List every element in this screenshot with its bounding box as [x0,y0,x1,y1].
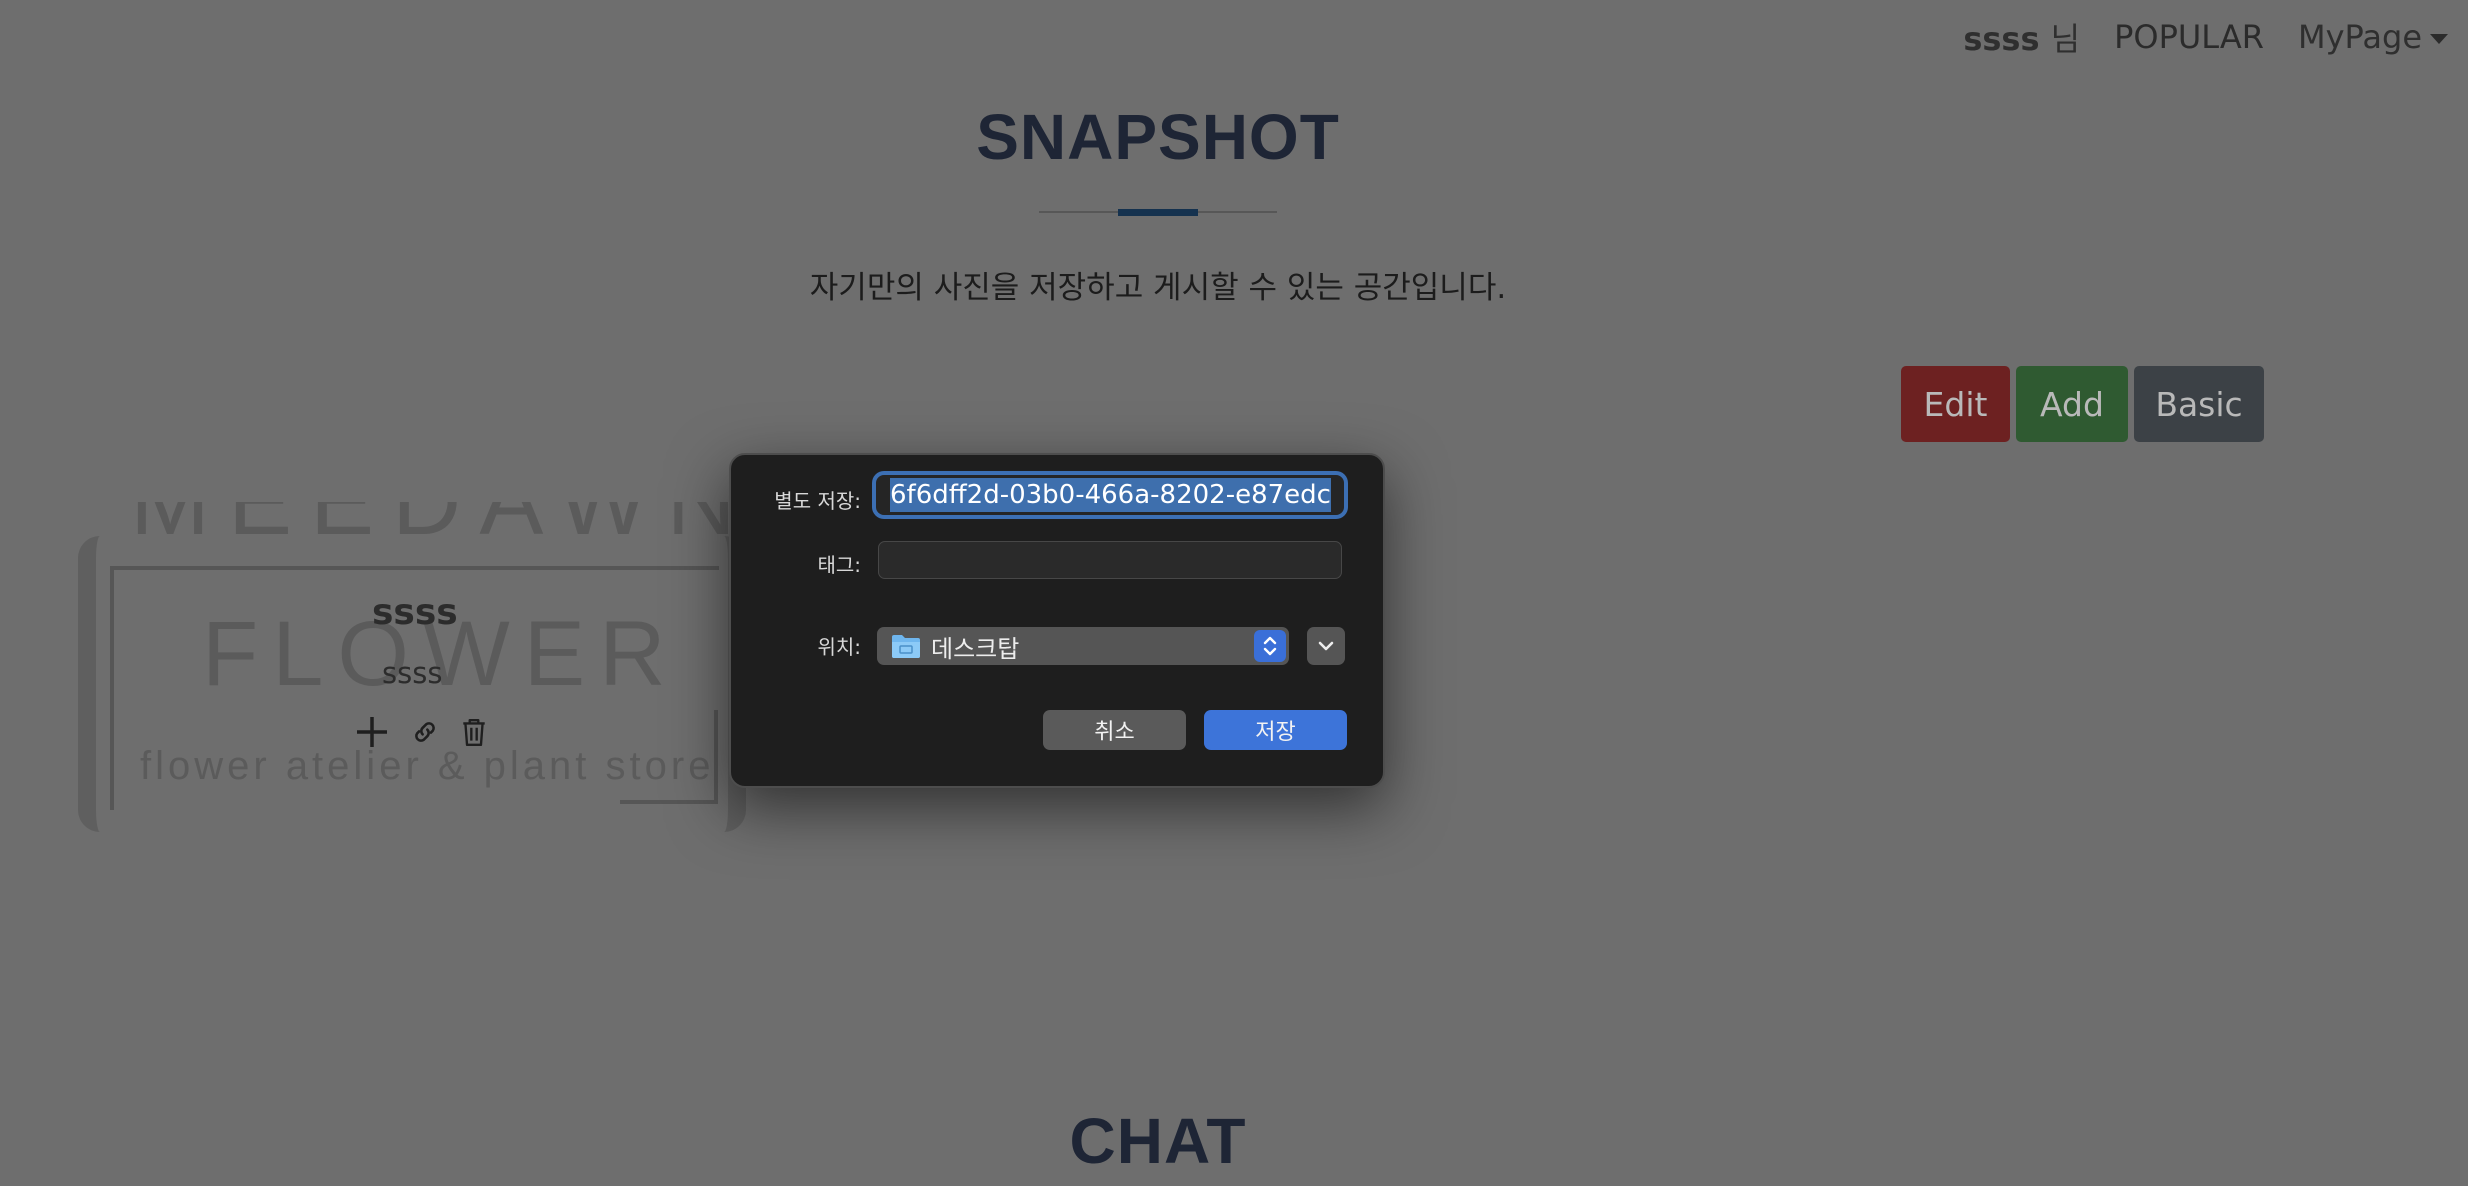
top-nav: ssss 님 POPULAR MyPage [1963,14,2448,60]
nav-mypage-dropdown[interactable]: MyPage [2298,18,2448,56]
basic-button[interactable]: Basic [2134,366,2264,442]
tags-input[interactable] [878,541,1342,579]
stepper-icon[interactable] [1254,630,1286,662]
logo-top-text: MEEDAWN [130,502,754,572]
nav-user-suffix: 님 [2050,20,2081,58]
chevron-down-icon [1318,641,1334,651]
save-button[interactable]: 저장 [1204,710,1347,750]
nav-popular-link[interactable]: POPULAR [2114,18,2264,56]
caret-down-icon [2430,34,2448,44]
link-icon[interactable] [411,718,439,746]
save-as-label: 별도 저장: [774,489,861,513]
folder-icon [892,635,920,658]
add-button[interactable]: Add [2016,366,2128,442]
logo-tagline: flower atelier & plant store [140,744,715,788]
page: ssss 님 POPULAR MyPage SNAPSHOT 자기만의 사진을 … [0,0,2468,1186]
cancel-button[interactable]: 취소 [1043,710,1186,750]
action-buttons: Edit Add Basic [1901,366,2264,442]
title-divider-accent [1118,209,1198,216]
save-dialog: 별도 저장: 6f6dff2d-03b0-466a-8202-e87edc 태그… [729,453,1385,788]
nav-user-name: ssss [1963,20,2040,58]
edit-button[interactable]: Edit [1901,366,2010,442]
where-label: 위치: [817,635,861,659]
where-value: 데스크탑 [931,634,1020,663]
card-actions [355,715,487,749]
card-subtitle: ssss [382,656,443,690]
snapshot-subtitle: 자기만의 사진을 저장하고 게시할 수 있는 공간입니다. [809,270,1507,306]
where-select[interactable]: 데스크탑 [877,627,1289,665]
nav-mypage-label: MyPage [2297,18,2422,56]
expand-button[interactable] [1307,627,1345,665]
save-as-value: 6f6dff2d-03b0-466a-8202-e87edc [890,478,1331,512]
card-title: ssss [372,592,458,633]
chat-title: CHAT [1069,1105,1247,1177]
nav-user[interactable]: ssss 님 [1963,14,2080,60]
save-as-input[interactable]: 6f6dff2d-03b0-466a-8202-e87edc [876,475,1344,515]
plus-icon[interactable] [355,715,389,749]
trash-icon[interactable] [461,717,487,747]
tags-label: 태그: [817,553,861,577]
snapshot-title: SNAPSHOT [976,101,1340,173]
logo-top-word: MEEDAWN [130,502,754,550]
